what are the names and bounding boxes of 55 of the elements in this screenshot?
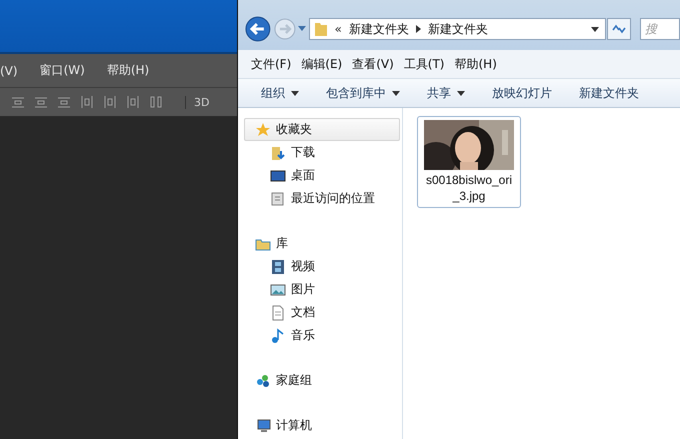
download-folder-icon xyxy=(270,144,286,160)
mode-label[interactable]: 3D xyxy=(185,96,210,108)
nav-item[interactable]: 库 xyxy=(244,232,400,255)
align-icon[interactable] xyxy=(56,95,72,109)
back-button[interactable] xyxy=(244,15,272,43)
nav-item[interactable]: 下载 xyxy=(244,141,400,164)
refresh-icon xyxy=(612,24,626,34)
align-icon[interactable] xyxy=(33,95,49,109)
command-button[interactable]: 组织 xyxy=(250,81,310,105)
nav-item[interactable]: 最近访问的位置 xyxy=(244,187,400,210)
music-note-icon xyxy=(270,328,286,344)
refresh-button[interactable] xyxy=(607,18,632,40)
film-icon xyxy=(270,258,286,274)
menu-item[interactable]: 编辑(E) xyxy=(301,56,342,72)
folder-icon xyxy=(314,21,328,37)
command-button[interactable]: 新建文件夹 xyxy=(568,81,650,105)
address-bar[interactable]: « 新建文件夹 新建文件夹 xyxy=(308,18,606,40)
chevron-icon[interactable] xyxy=(416,25,421,33)
recent-places-icon xyxy=(270,190,286,206)
menu-item[interactable]: 工具(T) xyxy=(404,56,444,72)
nav-item[interactable]: 图片 xyxy=(244,278,400,301)
nav-item[interactable]: 收藏夹 xyxy=(244,118,400,141)
nav-item[interactable]: 计算机 xyxy=(244,414,400,437)
menu-item[interactable]: 窗口(W) xyxy=(40,62,85,79)
nav-item[interactable]: 音乐 xyxy=(244,324,400,347)
distribute-icon[interactable] xyxy=(148,95,164,109)
align-icon[interactable] xyxy=(125,95,141,109)
breadcrumb-overflow[interactable]: « xyxy=(334,22,342,36)
monitor-icon xyxy=(270,168,286,184)
align-icon[interactable] xyxy=(10,95,26,109)
menu-item[interactable]: 查看(V) xyxy=(352,56,394,72)
breadcrumb-item[interactable]: 新建文件夹 xyxy=(348,20,409,38)
file-item[interactable]: s0018bislwo_ori_3.jpg xyxy=(417,116,521,208)
menu-item[interactable]: 文件(F) xyxy=(251,56,292,72)
search-field[interactable]: 搜 xyxy=(640,18,680,40)
nav-item[interactable]: 家庭组 xyxy=(244,369,400,392)
menu-item[interactable]: (V) xyxy=(0,64,18,78)
breadcrumb-item[interactable]: 新建文件夹 xyxy=(428,20,488,38)
nav-item[interactable]: 桌面 xyxy=(244,164,400,187)
file-name: s0018bislwo_ori_3.jpg xyxy=(425,172,513,204)
computer-icon xyxy=(255,418,271,434)
image-icon xyxy=(270,282,286,298)
menu-item[interactable]: 帮助(H) xyxy=(454,56,497,72)
star-icon xyxy=(255,122,271,138)
command-button[interactable]: 共享 xyxy=(416,81,476,105)
align-icon[interactable] xyxy=(102,95,118,109)
document-icon xyxy=(270,304,286,320)
nav-item[interactable]: 文档 xyxy=(244,301,400,324)
align-icon[interactable] xyxy=(79,95,95,109)
menu-item[interactable]: 帮助(H) xyxy=(106,62,150,79)
nav-item[interactable]: 视频 xyxy=(244,255,400,278)
caret-icon[interactable] xyxy=(591,26,600,32)
command-button[interactable]: 包含到库中 xyxy=(315,81,411,105)
command-button[interactable]: 放映幻灯片 xyxy=(481,81,563,105)
network-icon xyxy=(255,372,271,388)
